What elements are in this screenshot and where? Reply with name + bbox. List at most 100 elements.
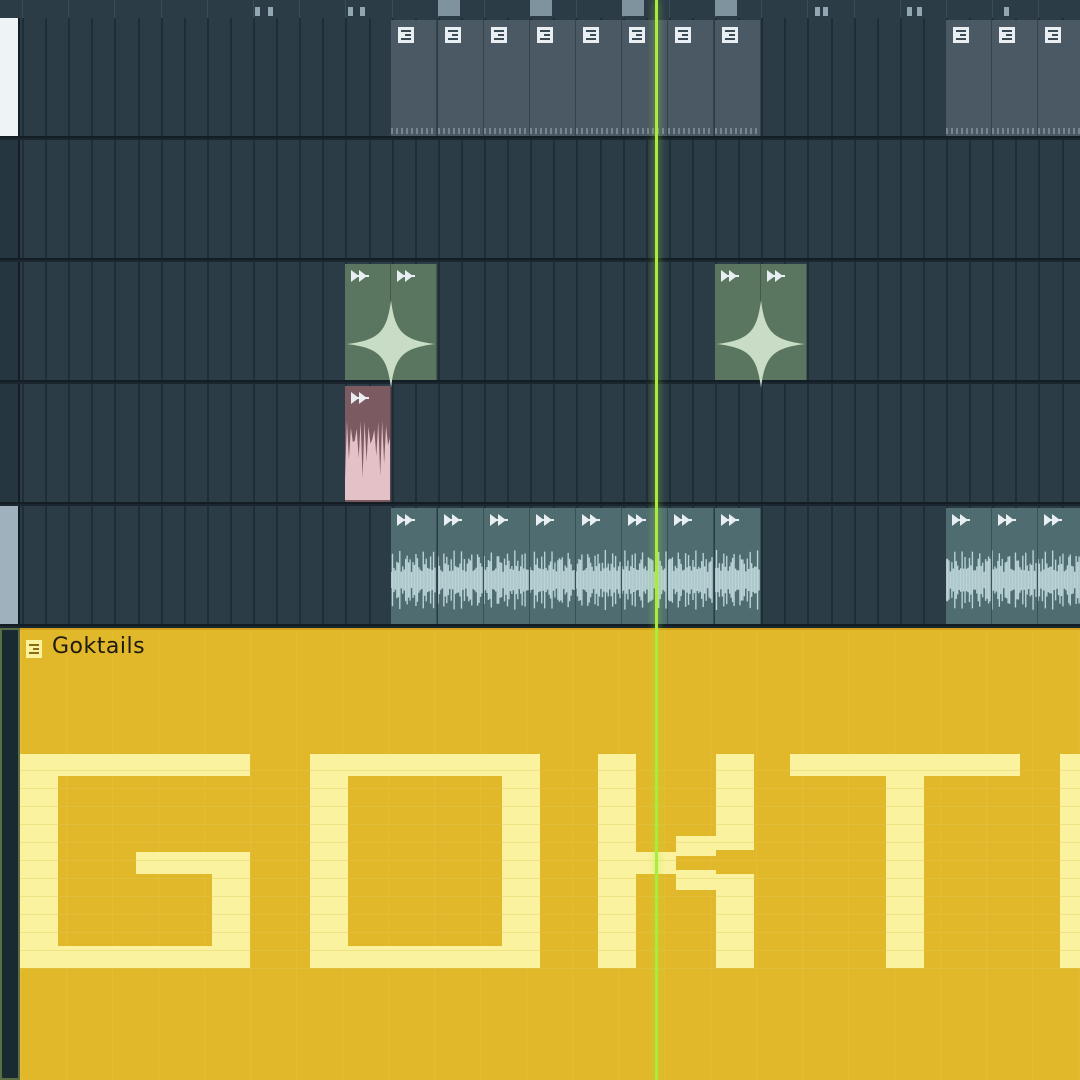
ruler-marker (360, 7, 365, 16)
grid-line (45, 18, 47, 136)
track-2-handle[interactable] (0, 140, 20, 258)
grid-line (253, 18, 255, 136)
grid-line (946, 140, 948, 258)
audio-clip[interactable] (1038, 508, 1080, 624)
grid-line (230, 262, 232, 380)
note-block (1060, 754, 1080, 968)
grid-line (230, 506, 232, 624)
audio-clip[interactable] (391, 508, 437, 624)
playhead[interactable] (655, 0, 658, 1080)
audio-clip[interactable] (576, 508, 622, 624)
audio-clip[interactable] (946, 508, 992, 624)
grid-line (877, 384, 879, 502)
audio-clip[interactable] (992, 508, 1038, 624)
audio-clip[interactable] (715, 508, 761, 624)
grid-line (923, 384, 925, 502)
note-block (886, 754, 924, 968)
audio-clip-icon (767, 270, 785, 282)
track-4-handle[interactable] (0, 384, 20, 502)
note-block (676, 870, 716, 890)
pattern-clip[interactable] (438, 20, 484, 136)
ruler-tick (345, 0, 346, 18)
grid-line (184, 384, 186, 502)
pattern-clip-preview (576, 128, 621, 134)
pattern-clip[interactable] (946, 20, 992, 136)
grid-line (91, 506, 93, 624)
pattern-clip[interactable] (668, 20, 714, 136)
grid-line (299, 384, 301, 502)
audio-clip[interactable] (345, 386, 391, 502)
pattern-clip[interactable] (715, 20, 761, 136)
track-3 (0, 262, 1080, 382)
grid-line (161, 262, 163, 380)
grid-line (1015, 140, 1017, 258)
grid-line (45, 140, 47, 258)
pattern-clip[interactable] (391, 20, 437, 136)
audio-waveform (438, 550, 483, 610)
note-block (716, 754, 754, 850)
grid-line (45, 262, 47, 380)
grid-line (322, 384, 324, 502)
grid-line (161, 506, 163, 624)
track-5-handle[interactable] (0, 506, 20, 624)
audio-clip[interactable] (530, 508, 576, 624)
audio-waveform (530, 551, 575, 609)
pattern-clip-preview (992, 128, 1037, 134)
grid-line (299, 506, 301, 624)
ruler-tick (576, 0, 577, 18)
grid-line (484, 262, 486, 380)
audio-clip[interactable] (668, 508, 714, 624)
grid-line (91, 384, 93, 502)
grid-line (438, 140, 440, 258)
grid-line (854, 506, 856, 624)
ruler-marker (823, 7, 828, 16)
ruler-marker (622, 0, 644, 16)
grid-line (877, 18, 879, 136)
note-grid-line (20, 968, 1080, 969)
note-block (502, 754, 540, 968)
grid-line (854, 262, 856, 380)
grid-line (322, 506, 324, 624)
pattern-icon (722, 27, 738, 43)
pattern-clip[interactable] (530, 20, 576, 136)
audio-clip-icon (397, 514, 415, 526)
grid-line (138, 140, 140, 258)
grid-line (1038, 262, 1040, 380)
grid-line (484, 384, 486, 502)
grid-line (369, 18, 371, 136)
ruler-marker (917, 7, 922, 16)
grid-line (623, 384, 625, 502)
grid-line (91, 140, 93, 258)
grid-line (138, 384, 140, 502)
ruler-tick (900, 0, 901, 18)
pattern-track-handle[interactable] (0, 628, 20, 1080)
grid-line (600, 140, 602, 258)
audio-waveform (992, 550, 1037, 610)
grid-line (114, 18, 116, 136)
audio-clip[interactable] (438, 508, 484, 624)
audio-waveform (668, 550, 713, 610)
grid-line (669, 140, 671, 258)
grid-line (553, 140, 555, 258)
pattern-clip[interactable] (1038, 20, 1080, 136)
track-1-handle[interactable] (0, 18, 20, 136)
audio-clip-icon (674, 514, 692, 526)
pattern-clip[interactable] (622, 20, 668, 136)
pattern-clip-goktails[interactable]: Goktails (20, 628, 1080, 1080)
timeline-ruler[interactable] (0, 0, 1080, 19)
note-grid-line (20, 788, 1080, 789)
pattern-clip[interactable] (576, 20, 622, 136)
grid-line (68, 140, 70, 258)
audio-clip[interactable] (484, 508, 530, 624)
grid-line (91, 262, 93, 380)
pattern-clip[interactable] (992, 20, 1038, 136)
grid-line (207, 262, 209, 380)
grid-line (276, 506, 278, 624)
track-3-handle[interactable] (0, 262, 20, 380)
audio-clip[interactable] (622, 508, 668, 624)
pattern-clip[interactable] (484, 20, 530, 136)
ruler-tick (68, 0, 69, 18)
grid-line (831, 506, 833, 624)
ruler-tick (299, 0, 300, 18)
grid-line (900, 506, 902, 624)
